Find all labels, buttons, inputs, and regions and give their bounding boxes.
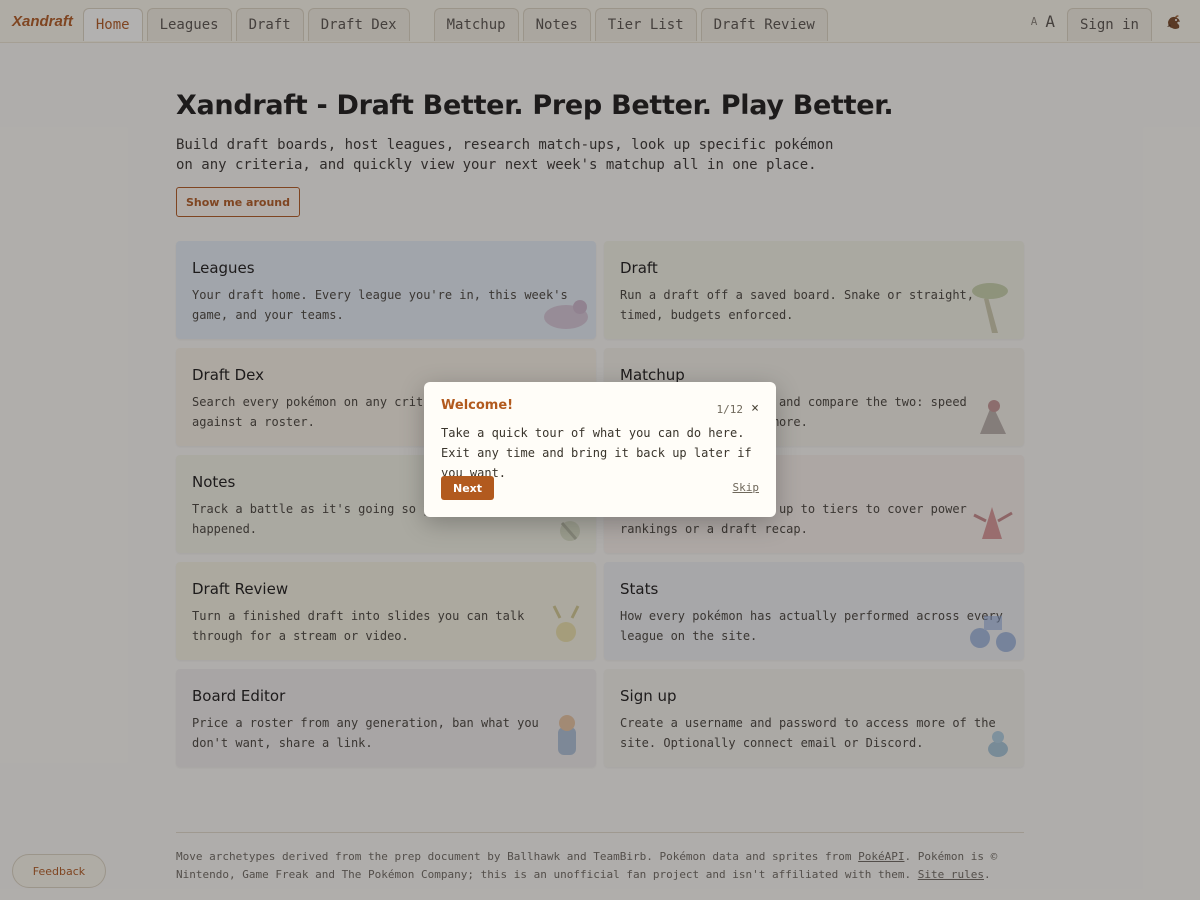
dialog-title: Welcome! <box>441 398 514 413</box>
close-icon[interactable]: × <box>751 401 759 416</box>
skip-link[interactable]: Skip <box>733 481 760 494</box>
tour-step-counter: 1/12 <box>716 403 744 416</box>
welcome-tour-dialog: Welcome! 1/12 × Take a quick tour of wha… <box>424 382 776 517</box>
next-button[interactable]: Next <box>441 476 494 500</box>
dialog-body: Take a quick tour of what you can do her… <box>441 426 752 480</box>
